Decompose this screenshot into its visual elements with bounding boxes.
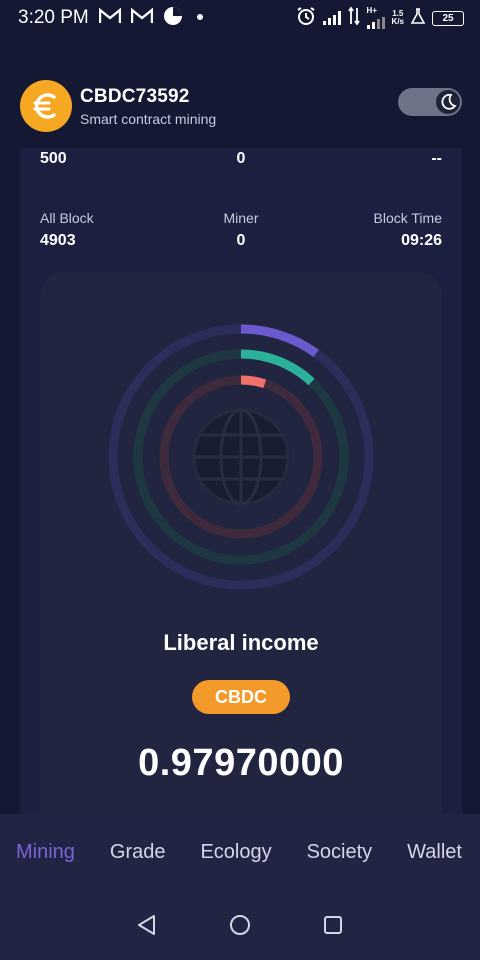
income-label: Liberal income bbox=[163, 630, 319, 655]
stats-row-top: 500 0 -- bbox=[40, 148, 442, 168]
network-type: H+ bbox=[366, 6, 377, 15]
globe-icon bbox=[192, 408, 290, 506]
stat-value-miner: 0 bbox=[236, 232, 246, 249]
notification-dot-icon bbox=[193, 9, 207, 27]
mining-progress-rings bbox=[108, 324, 374, 590]
alarm-icon bbox=[296, 6, 316, 31]
signal-icon bbox=[322, 11, 341, 25]
home-icon[interactable] bbox=[220, 905, 260, 945]
header: CBDC73592 Smart contract mining bbox=[0, 64, 480, 148]
battery-icon: 25 bbox=[432, 10, 464, 26]
stat-label-all-block: All Block bbox=[40, 210, 94, 226]
gmail-icon bbox=[98, 7, 121, 29]
back-icon[interactable] bbox=[127, 905, 167, 945]
recents-icon[interactable] bbox=[313, 905, 353, 945]
income-amount: 0.97970000 bbox=[138, 742, 344, 784]
account-subtitle: Smart contract mining bbox=[80, 110, 217, 127]
stat-label-miner: Miner bbox=[223, 210, 259, 226]
data-transfer-icon bbox=[347, 5, 360, 30]
status-bar: 3:20 PM H+ 1.5 K/s 25 bbox=[0, 0, 480, 36]
tab-grade[interactable]: Grade bbox=[110, 841, 166, 864]
ring-progress-outer bbox=[240, 324, 319, 358]
tab-mining[interactable]: Mining bbox=[16, 841, 75, 864]
app-screen: 3:20 PM H+ 1.5 K/s 25 CBDC73592 Smart co… bbox=[0, 0, 480, 960]
tab-ecology[interactable]: Ecology bbox=[200, 841, 271, 864]
stat-value: 500 bbox=[40, 150, 67, 167]
battery-level: 25 bbox=[442, 12, 454, 24]
moon-icon bbox=[436, 90, 460, 114]
ring-progress-inner bbox=[240, 375, 267, 389]
status-time: 3:20 PM bbox=[18, 7, 89, 28]
signal-icon bbox=[366, 15, 385, 29]
euro-icon bbox=[20, 80, 72, 132]
flask-icon bbox=[410, 7, 426, 29]
currency-badge: CBDC bbox=[192, 680, 290, 714]
tab-wallet[interactable]: Wallet bbox=[407, 841, 462, 864]
mining-panel: Liberal income CBDC 0.97970000 bbox=[40, 272, 442, 814]
tab-society[interactable]: Society bbox=[307, 841, 373, 864]
account-title: CBDC73592 bbox=[80, 85, 190, 107]
stat-label-block-time: Block Time bbox=[373, 210, 442, 226]
stat-value-all-block: 4903 bbox=[40, 232, 76, 249]
stat-value-block-time: 09:26 bbox=[401, 232, 442, 249]
pie-chart-icon bbox=[163, 6, 183, 31]
stat-value: -- bbox=[431, 150, 442, 167]
stat-value: 0 bbox=[236, 150, 246, 167]
network-speed-unit: K/s bbox=[391, 17, 404, 26]
theme-toggle[interactable] bbox=[398, 88, 462, 116]
bottom-tab-bar: Mining Grade Ecology Society Wallet bbox=[0, 814, 480, 890]
stats-row: All Block 4903 Miner 0 Block Time 09:26 bbox=[40, 210, 442, 250]
gmail-icon bbox=[130, 7, 153, 29]
mining-card[interactable]: 500 0 -- All Block 4903 Miner 0 Block Ti… bbox=[20, 148, 462, 814]
system-nav-bar bbox=[0, 890, 480, 960]
